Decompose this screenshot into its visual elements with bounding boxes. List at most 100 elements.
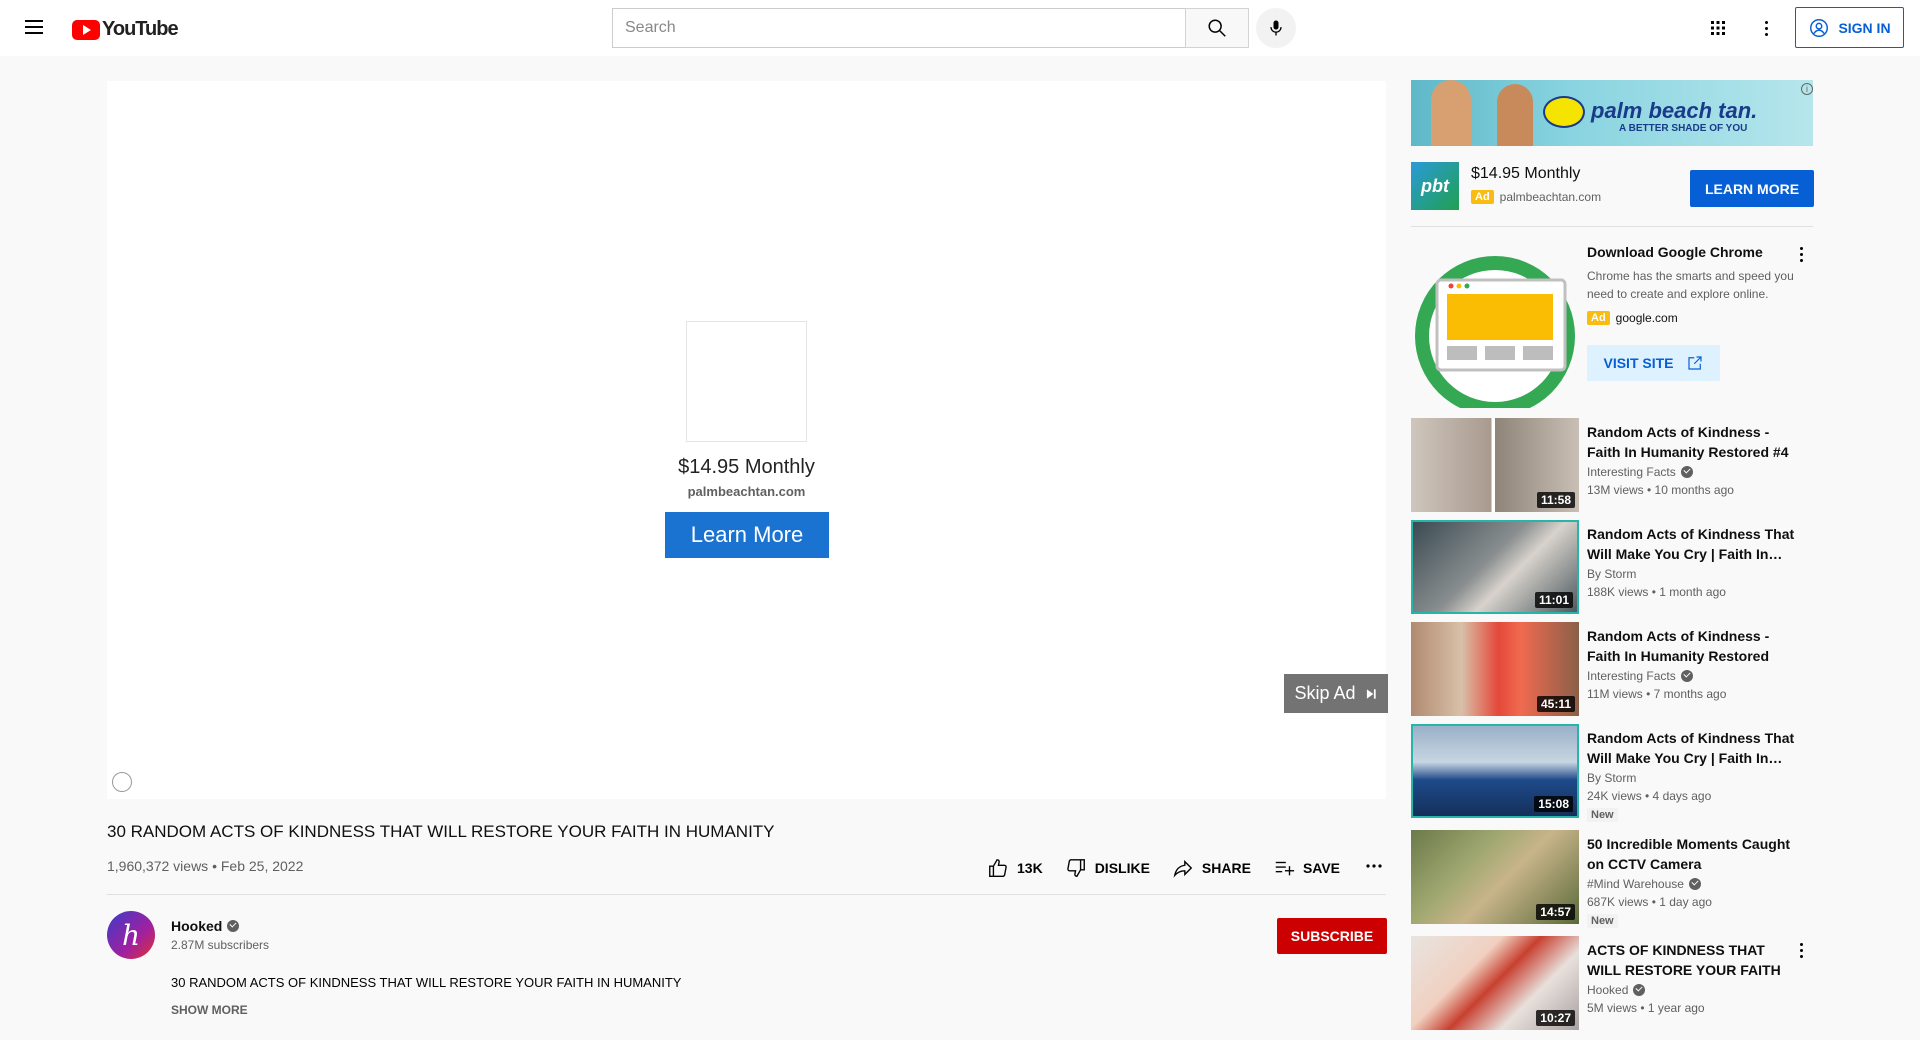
advertiser-logo[interactable]: pbt <box>1411 162 1459 210</box>
thumbs-up-icon <box>989 859 1007 877</box>
chrome-ad-thumbnail[interactable] <box>1411 240 1579 416</box>
save-label: SAVE <box>1302 860 1341 876</box>
duration-badge: 11:58 <box>1536 492 1575 508</box>
external-link-icon <box>1687 356 1702 370</box>
video-view-count-date: 1,960,372 views • Feb 25, 2022 <box>107 858 304 874</box>
youtube-logo[interactable]: YouTube <box>72 18 179 41</box>
chrome-ad-title[interactable]: Download Google Chrome <box>1587 244 1763 260</box>
banner-person-image <box>1431 80 1471 146</box>
recommendation-item[interactable]: 14:57 50 Incredible Moments Caught on CC… <box>1411 830 1821 928</box>
ad-learn-more-button[interactable]: Learn More <box>665 512 829 558</box>
video-description: 30 RANDOM ACTS OF KINDNESS THAT WILL RES… <box>171 975 682 990</box>
like-button[interactable]: 13K <box>987 857 1043 879</box>
search-icon <box>1208 19 1226 37</box>
menu-icon[interactable] <box>22 16 46 40</box>
recommendation-channel: #Mind Warehouse <box>1587 877 1701 891</box>
ad-image-placeholder[interactable] <box>686 321 807 442</box>
banner-person-image <box>1497 84 1533 146</box>
recommendation-channel: By Storm <box>1587 567 1636 581</box>
recommendation-item[interactable]: 15:08 Random Acts of Kindness That Will … <box>1411 724 1821 822</box>
ad-kebab-icon[interactable] <box>1789 242 1813 266</box>
recommendation-title: 50 Incredible Moments Caught on CCTV Cam… <box>1587 836 1791 872</box>
share-icon <box>1173 859 1193 878</box>
channel-name: Hooked <box>171 918 223 934</box>
recommendation-channel: By Storm <box>1587 771 1636 785</box>
recommendation-meta: 687K views • 1 day ago <box>1587 895 1712 909</box>
duration-badge: 11:01 <box>1534 592 1573 608</box>
recommendation-meta: 13M views • 10 months ago <box>1587 483 1734 497</box>
video-title: 30 RANDOM ACTS OF KINDNESS THAT WILL RES… <box>107 822 775 841</box>
banner-tagline: A BETTER SHADE OF YOU <box>1619 123 1748 134</box>
recommendation-item[interactable]: 45:11 Random Acts of Kindness - Faith In… <box>1411 622 1821 716</box>
voice-search-button[interactable] <box>1256 8 1296 48</box>
account-icon <box>1810 18 1829 37</box>
video-thumbnail: 15:08 <box>1411 724 1579 818</box>
recommendation-title: Random Acts of Kindness - Faith In Human… <box>1587 424 1789 460</box>
recommendation-kebab-icon[interactable] <box>1789 938 1813 962</box>
ad-info-icon[interactable]: i <box>1801 83 1813 95</box>
apps-icon[interactable] <box>1706 16 1730 40</box>
learn-more-button[interactable]: LEARN MORE <box>1690 170 1814 207</box>
divider <box>1411 226 1813 227</box>
palm-beach-tan-banner[interactable]: palm beach tan. A BETTER SHADE OF YOU <box>1411 80 1813 146</box>
recommendation-title: Random Acts of Kindness - Faith In Human… <box>1587 628 1770 664</box>
loading-spinner-icon <box>112 772 132 792</box>
recommendation-title: Random Acts of Kindness That Will Make Y… <box>1587 730 1795 766</box>
subscriber-count: 2.87M subscribers <box>171 938 270 952</box>
divider <box>107 894 1386 895</box>
sign-in-button[interactable]: SIGN IN <box>1795 7 1904 48</box>
channel-name: By Storm <box>1587 567 1637 581</box>
share-button[interactable]: SHARE <box>1172 857 1251 879</box>
save-button[interactable]: SAVE <box>1273 857 1340 879</box>
video-thumbnail: 11:01 <box>1411 520 1579 614</box>
recommendation-title: ACTS OF KINDNESS THAT WILL RESTORE YOUR … <box>1587 942 1781 978</box>
verified-icon <box>1688 878 1701 890</box>
channel-name: By Storm <box>1587 771 1637 785</box>
ad-price: $14.95 Monthly <box>678 456 815 478</box>
sign-in-label: SIGN IN <box>1838 19 1891 36</box>
duration-badge: 10:27 <box>1536 1010 1575 1026</box>
ad-badge: Ad <box>1587 311 1610 325</box>
ad-badge: Ad <box>1471 190 1494 204</box>
recommendation-item[interactable]: 11:58 Random Acts of Kindness - Faith In… <box>1411 418 1821 512</box>
verified-icon <box>1680 466 1693 478</box>
video-actions: 13K DISLIKE SHARE SAVE <box>987 856 1386 880</box>
dislike-button[interactable]: DISLIKE <box>1065 857 1150 879</box>
verified-icon <box>1680 670 1693 682</box>
sidebar-ad-domain-row: Ad palmbeachtan.com <box>1471 190 1601 204</box>
banner-brand: palm beach tan. <box>1591 98 1758 123</box>
recommendation-meta: 5M views • 1 year ago <box>1587 1001 1705 1015</box>
dislike-label: DISLIKE <box>1094 860 1150 876</box>
verified-icon <box>227 920 240 932</box>
video-player[interactable]: $14.95 Monthly palmbeachtan.com Learn Mo… <box>107 81 1388 799</box>
share-label: SHARE <box>1201 860 1251 876</box>
skip-next-icon <box>1366 688 1376 699</box>
sun-logo-icon <box>1543 96 1585 128</box>
recommendation-channel: Interesting Facts <box>1587 669 1693 683</box>
recommendation-meta: 24K views • 4 days ago <box>1587 789 1712 803</box>
duration-badge: 14:57 <box>1536 904 1575 920</box>
recommendation-item[interactable]: 11:01 Random Acts of Kindness That Will … <box>1411 520 1821 614</box>
video-thumbnail: 45:11 <box>1411 622 1579 716</box>
playlist-add-icon <box>1275 861 1295 876</box>
new-badge: New <box>1587 808 1618 822</box>
search-input[interactable] <box>612 8 1185 48</box>
channel-name-link[interactable]: Hooked <box>171 918 240 934</box>
video-thumbnail: 14:57 <box>1411 830 1579 924</box>
visit-site-button[interactable]: VISIT SITE <box>1587 345 1720 381</box>
masthead: YouTube SIGN IN <box>0 0 1920 56</box>
recommendation-item[interactable]: 10:27 ACTS OF KINDNESS THAT WILL RESTORE… <box>1411 936 1821 1030</box>
video-thumbnail: 10:27 <box>1411 936 1579 1030</box>
settings-kebab-icon[interactable] <box>1754 16 1778 40</box>
show-more-button[interactable]: SHOW MORE <box>171 1003 248 1017</box>
skip-ad-button[interactable]: Skip Ad <box>1284 674 1388 713</box>
search-button[interactable] <box>1185 8 1249 48</box>
chrome-ad-domain: google.com <box>1615 311 1678 325</box>
channel-name: #Mind Warehouse <box>1587 877 1684 891</box>
search-bar <box>612 8 1249 48</box>
subscribe-button[interactable]: SUBSCRIBE <box>1277 918 1387 954</box>
sidebar-ad-domain: palmbeachtan.com <box>1499 190 1602 204</box>
recommendation-title: Random Acts of Kindness That Will Make Y… <box>1587 526 1795 562</box>
channel-avatar[interactable]: h <box>107 911 155 959</box>
more-actions-icon[interactable] <box>1362 854 1386 883</box>
